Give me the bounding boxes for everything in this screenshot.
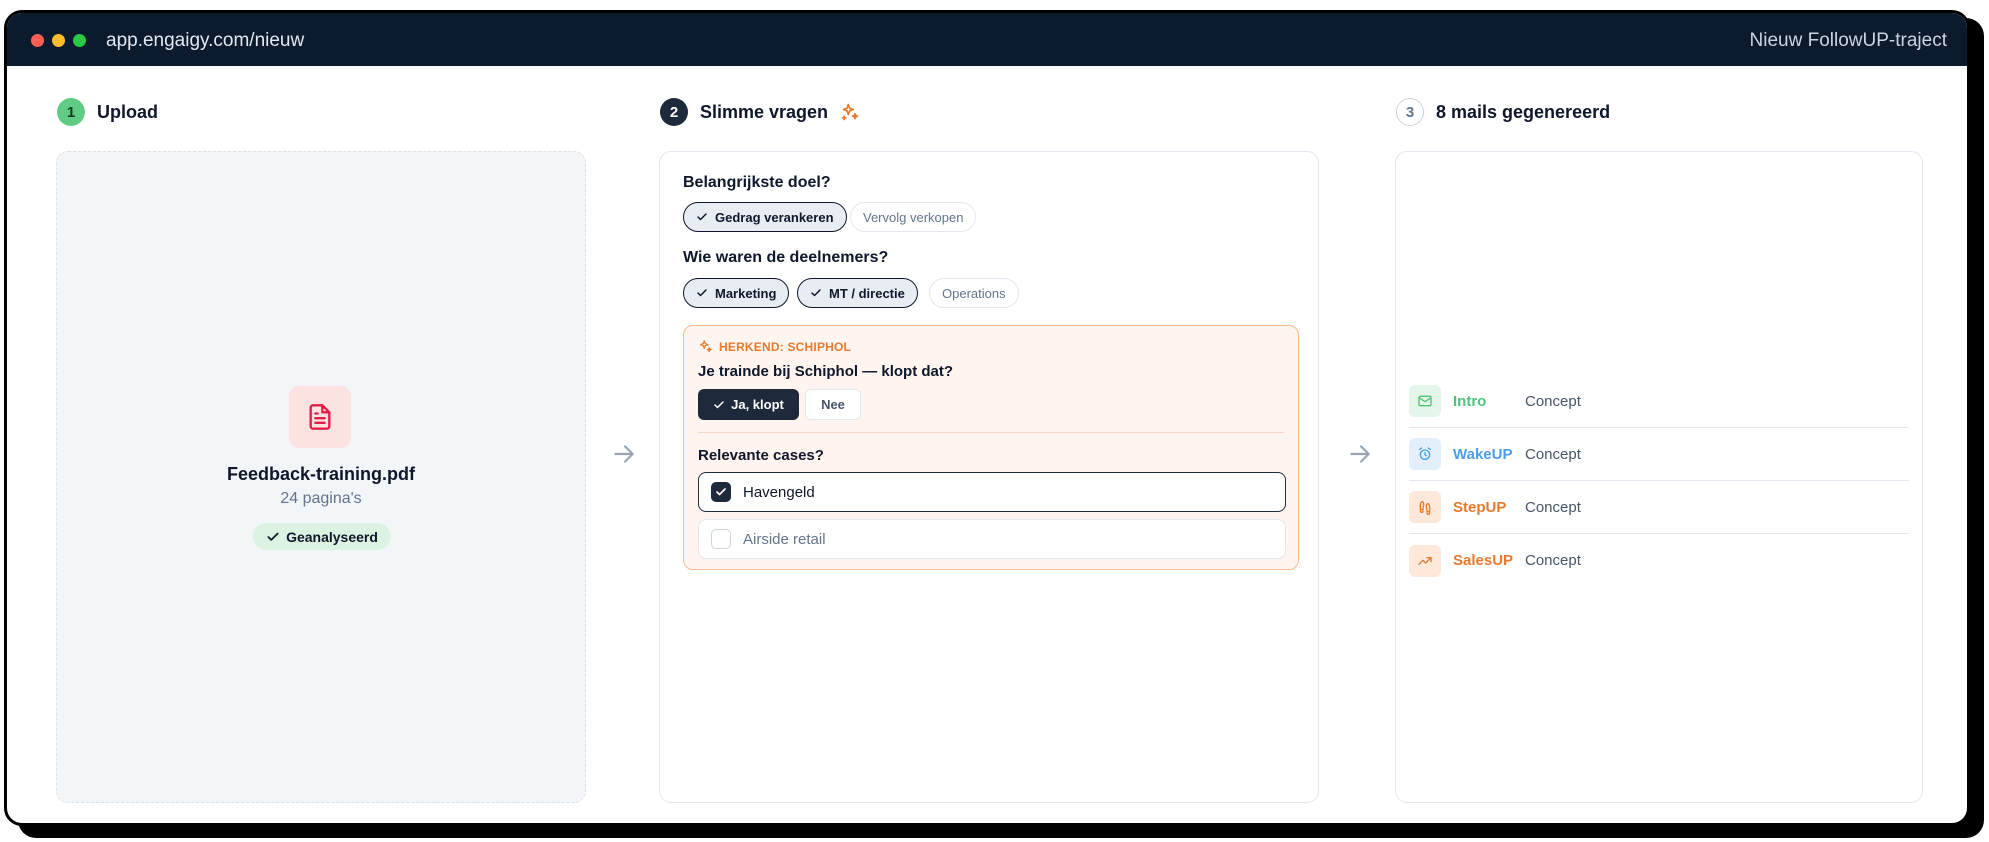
check-icon: [716, 488, 726, 496]
checkbox-checked[interactable]: [711, 482, 731, 502]
chip-goal-gedrag[interactable]: Gedrag verankeren: [683, 202, 847, 232]
step-1-header: 1 Upload: [57, 98, 158, 126]
mail-row-stepup[interactable]: StepUP Concept: [1409, 481, 1909, 534]
step-3-header: 3 8 mails gegenereerd: [1396, 98, 1610, 126]
mail-row-salesup[interactable]: SalesUP Concept: [1409, 534, 1909, 587]
mail-row-wakeup[interactable]: WakeUP Concept: [1409, 428, 1909, 481]
mail-icon-tile: [1409, 438, 1441, 470]
alarm-clock-icon: [1419, 447, 1431, 460]
chip-participant-mt[interactable]: MT / directie: [797, 278, 918, 308]
chip-label: Operations: [942, 285, 1006, 301]
cases-question: Relevante cases?: [698, 447, 824, 464]
maximize-dot[interactable]: [73, 34, 86, 47]
yes-button-label: Ja, klopt: [731, 397, 784, 412]
status-badge: Geanalyseerd: [253, 523, 391, 550]
card-divider: [698, 432, 1284, 433]
mail-name: SalesUP: [1453, 552, 1514, 569]
mail-row-intro[interactable]: Intro Concept: [1409, 375, 1909, 428]
status-label: Geanalyseerd: [286, 528, 378, 545]
goal-question: Belangrijkste doel?: [683, 174, 831, 191]
case-option-airside[interactable]: Airside retail: [698, 519, 1286, 559]
file-icon-tile: [289, 386, 351, 448]
minimize-dot[interactable]: [52, 34, 65, 47]
check-icon: [714, 400, 724, 408]
footprints-icon: [1419, 501, 1431, 515]
step-label: Upload: [97, 101, 158, 122]
recognized-tag: HERKEND: SCHIPHOL: [698, 339, 851, 354]
chip-label: Marketing: [715, 285, 777, 301]
address-url[interactable]: app.engaigy.com/nieuw: [106, 30, 304, 52]
arrow-right-icon: [614, 445, 634, 463]
chip-label: Vervolg verkopen: [863, 209, 964, 225]
mail-icon-tile: [1409, 544, 1441, 577]
check-icon: [267, 532, 279, 541]
chip-participant-operations[interactable]: Operations: [929, 278, 1019, 308]
step-2-header: 2 Slimme vragen: [660, 98, 860, 126]
mail-status: Concept: [1525, 392, 1581, 410]
sparkles-icon: [699, 340, 712, 353]
chip-label: MT / directie: [829, 285, 905, 301]
sparkles-icon: [841, 103, 859, 121]
step-number: 2: [660, 98, 688, 126]
case-option-havengeld[interactable]: Havengeld: [698, 472, 1286, 512]
case-label: Havengeld: [743, 483, 815, 501]
recognized-question: Je trainde bij Schiphol — klopt dat?: [698, 363, 954, 380]
checkbox-unchecked[interactable]: [711, 529, 731, 549]
mail-icon: [1418, 395, 1432, 407]
mail-status: Concept: [1525, 445, 1581, 463]
file-pages: 24 pagina's: [280, 490, 362, 507]
no-button-label: Nee: [821, 397, 845, 412]
mail-name: StepUP: [1453, 498, 1507, 516]
chip-label: Gedrag verankeren: [715, 209, 834, 225]
mail-name: WakeUP: [1453, 445, 1513, 463]
mail-name: Intro: [1453, 392, 1487, 410]
check-icon: [697, 289, 707, 297]
check-icon: [697, 213, 707, 221]
app-window: app.engaigy.com/nieuw Nieuw FollowUP-tra…: [4, 10, 1970, 826]
step-number: 3: [1396, 98, 1424, 126]
mail-icon-tile: [1409, 385, 1441, 417]
case-label: Airside retail: [743, 530, 826, 548]
check-icon: [811, 289, 821, 297]
arrow-right-icon: [1350, 445, 1370, 463]
close-dot[interactable]: [31, 34, 44, 47]
chip-goal-vervolg[interactable]: Vervolg verkopen: [850, 202, 977, 232]
trending-up-icon: [1418, 556, 1432, 565]
title-bar: app.engaigy.com/nieuw Nieuw FollowUP-tra…: [7, 13, 1967, 66]
recognized-card: HERKEND: SCHIPHOL Je trainde bij Schipho…: [683, 325, 1299, 570]
participants-question: Wie waren de deelnemers?: [683, 249, 889, 266]
step-label: Slimme vragen: [700, 101, 829, 122]
step-label: 8 mails gegenereerd: [1436, 101, 1611, 122]
file-name: Feedback-training.pdf: [226, 464, 415, 484]
window-title: Nieuw FollowUP-traject: [1749, 30, 1947, 51]
mail-status: Concept: [1525, 498, 1581, 516]
chip-participant-marketing[interactable]: Marketing: [683, 278, 790, 308]
step-number: 1: [57, 98, 85, 126]
yes-button[interactable]: Ja, klopt: [698, 389, 799, 420]
recognized-tag-label: HERKEND: SCHIPHOL: [719, 339, 852, 354]
no-button[interactable]: Nee: [805, 389, 861, 420]
file-text-icon: [309, 404, 331, 430]
mail-icon-tile: [1409, 491, 1441, 523]
mail-status: Concept: [1525, 552, 1581, 569]
